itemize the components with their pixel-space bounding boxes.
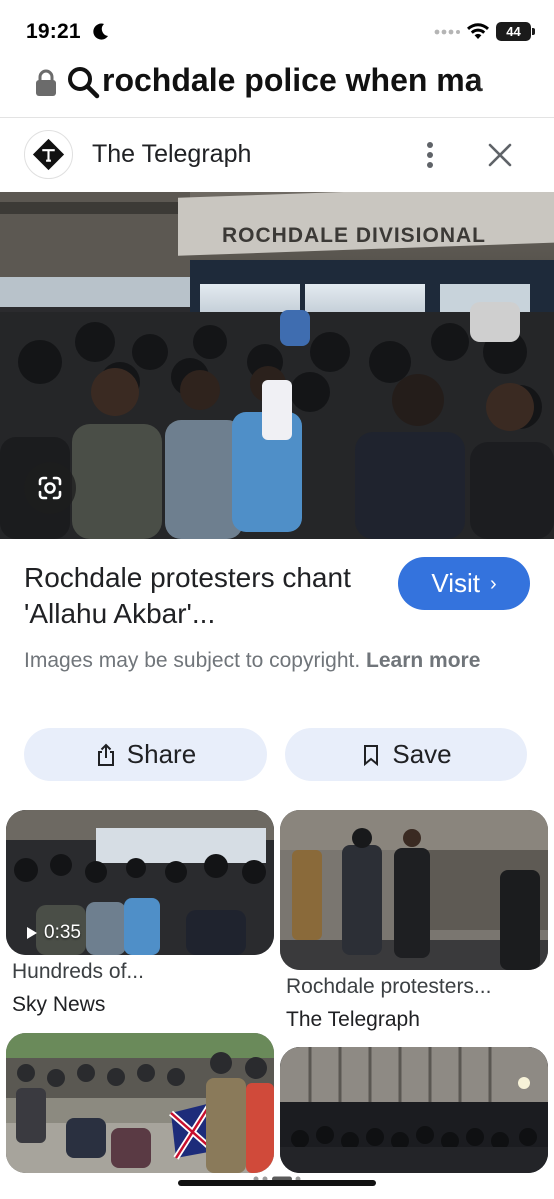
share-icon: [97, 743, 114, 766]
chevron-right-icon: ›: [489, 573, 497, 595]
related-thumbnail[interactable]: 0:35: [6, 810, 274, 955]
moon-icon: [93, 23, 108, 40]
lock-icon: [36, 69, 56, 96]
more-vert-icon[interactable]: [420, 140, 440, 170]
thumbnail-image: [280, 810, 548, 970]
thumbnail-image: [6, 1033, 274, 1173]
wifi-icon: [467, 23, 489, 39]
thumbnail-image: [280, 1047, 548, 1173]
protest-photo: ROCHDALE DIVISIONAL: [0, 192, 554, 539]
status-bar: 19:21 44: [0, 0, 554, 62]
related-source: The Telegraph: [286, 1008, 420, 1031]
visit-button[interactable]: Visit ›: [398, 557, 530, 610]
battery-indicator: 44: [496, 22, 535, 41]
related-thumbnail[interactable]: [280, 1047, 548, 1173]
share-button[interactable]: Share: [24, 728, 267, 781]
duration-text: 0:35: [44, 922, 81, 943]
home-indicator[interactable]: [178, 1180, 376, 1186]
video-duration: 0:35: [26, 922, 81, 944]
related-title[interactable]: Rochdale protesters...: [286, 975, 491, 999]
save-button[interactable]: Save: [285, 728, 527, 781]
search-icon: [68, 67, 100, 99]
save-label: Save: [392, 739, 452, 769]
lens-icon: [38, 476, 62, 500]
result-title[interactable]: Rochdale protesters chant 'Allahu Akbar'…: [24, 560, 384, 632]
source-name[interactable]: The Telegraph: [92, 140, 251, 169]
building-sign-text: ROCHDALE DIVISIONAL: [222, 224, 486, 247]
related-title[interactable]: Hundreds of...: [12, 960, 144, 984]
bookmark-icon: [364, 744, 379, 766]
close-icon[interactable]: [487, 142, 513, 168]
share-label: Share: [126, 739, 197, 769]
play-icon: [27, 927, 37, 939]
lens-button[interactable]: [24, 462, 76, 514]
source-header: The Telegraph: [0, 118, 554, 192]
telegraph-logo[interactable]: [24, 130, 73, 179]
url-text[interactable]: rochdale police when ma: [102, 62, 526, 99]
visit-label: Visit: [431, 568, 480, 598]
main-image[interactable]: ROCHDALE DIVISIONAL: [0, 192, 554, 539]
copyright-notice: Images may be subject to copyright. Lear…: [24, 645, 524, 676]
copyright-text: Images may be subject to copyright.: [24, 649, 361, 672]
signal-dots-icon: [434, 29, 460, 35]
related-source: Sky News: [12, 993, 106, 1016]
address-bar[interactable]: rochdale police when ma: [0, 62, 554, 118]
status-time: 19:21: [26, 20, 81, 43]
related-thumbnail[interactable]: [6, 1033, 274, 1173]
learn-more-link[interactable]: Learn more: [366, 649, 480, 672]
related-thumbnail[interactable]: [280, 810, 548, 970]
